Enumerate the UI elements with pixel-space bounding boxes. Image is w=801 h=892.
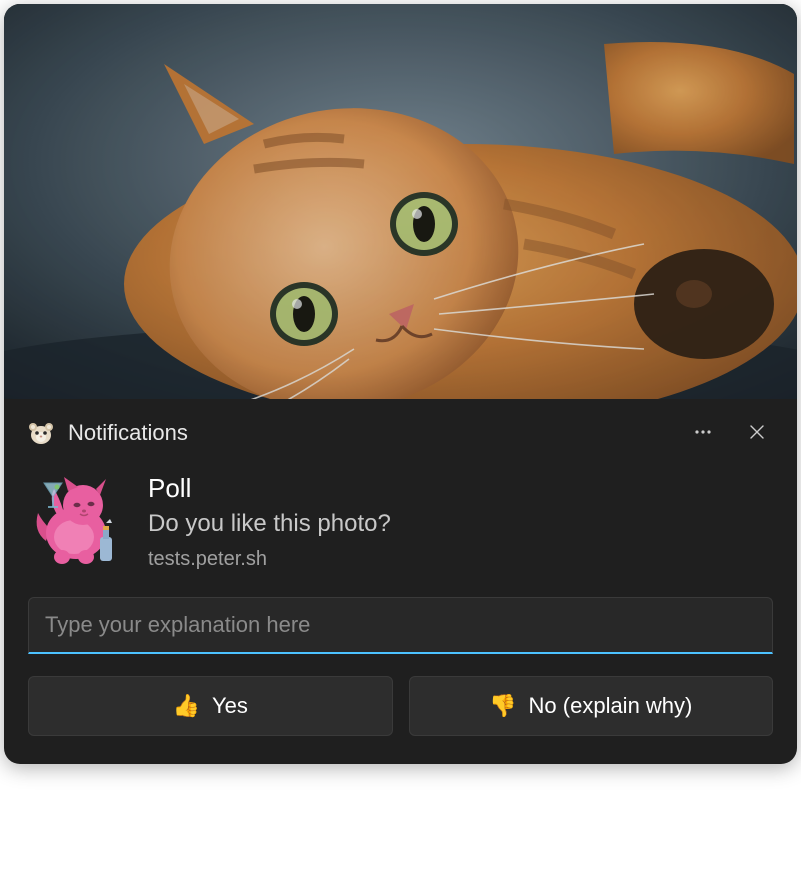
input-row	[28, 597, 773, 654]
header-actions	[687, 417, 773, 449]
more-button[interactable]	[687, 417, 719, 449]
notification-content: Notifications	[4, 399, 797, 764]
thumbs-up-icon: 👍	[173, 695, 200, 717]
action-buttons: 👍 Yes 👎 No (explain why)	[28, 676, 773, 736]
explanation-input[interactable]	[28, 597, 773, 654]
more-icon	[693, 422, 713, 445]
notification-toast: Notifications	[4, 4, 797, 764]
notification-text: Poll Do you like this photo? tests.peter…	[148, 471, 391, 571]
thumbs-down-icon: 👎	[489, 695, 516, 717]
notification-title: Poll	[148, 473, 391, 504]
notification-source: tests.peter.sh	[148, 548, 391, 571]
hero-image	[4, 4, 797, 399]
close-icon	[747, 422, 767, 445]
yes-button-label: Yes	[212, 693, 248, 719]
avatar-icon	[28, 471, 128, 571]
notification-body: Poll Do you like this photo? tests.peter…	[28, 471, 773, 597]
no-button-label: No (explain why)	[529, 693, 693, 719]
no-button[interactable]: 👎 No (explain why)	[409, 676, 774, 736]
notification-message: Do you like this photo?	[148, 510, 391, 538]
app-name: Notifications	[68, 420, 687, 446]
app-icon	[28, 420, 54, 446]
close-button[interactable]	[741, 417, 773, 449]
notification-header: Notifications	[28, 399, 773, 471]
yes-button[interactable]: 👍 Yes	[28, 676, 393, 736]
